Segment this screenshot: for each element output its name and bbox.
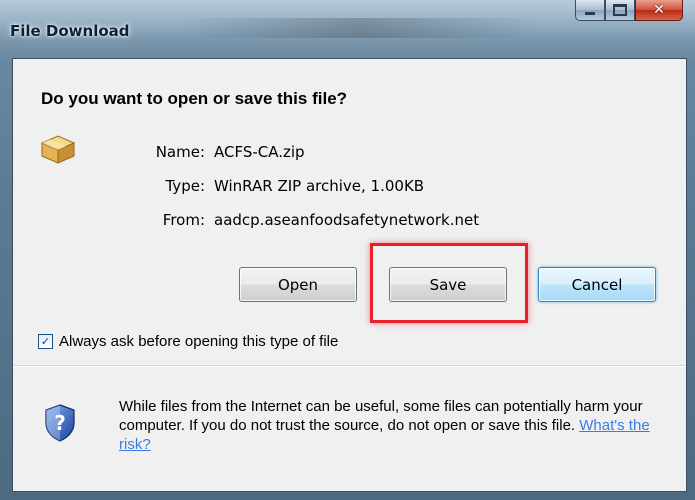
title-bar-background	[180, 18, 540, 38]
checkmark-icon: ✓	[40, 335, 51, 348]
window-controls: ✕	[575, 0, 683, 28]
window-title: File Download	[10, 22, 130, 40]
maximize-button[interactable]	[605, 0, 635, 21]
security-shield-icon: ?	[45, 404, 75, 442]
maximize-icon	[613, 4, 627, 16]
file-type-row: Type: WinRAR ZIP archive, 1.00KB	[113, 177, 424, 195]
file-source: aadcp.aseanfoodsafetynetwork.net	[214, 211, 480, 229]
always-ask-checkbox[interactable]: ✓	[38, 334, 53, 349]
security-warning: While files from the Internet can be use…	[119, 397, 664, 454]
always-ask-option[interactable]: ✓ Always ask before opening this type of…	[38, 333, 338, 350]
file-name: ACFS-CA.zip	[214, 143, 305, 161]
file-source-row: From: aadcp.aseanfoodsafetynetwork.net	[113, 211, 479, 229]
package-box-icon	[40, 135, 76, 164]
file-type: WinRAR ZIP archive, 1.00KB	[214, 177, 425, 195]
cancel-button[interactable]: Cancel	[538, 267, 656, 302]
type-label: Type:	[165, 177, 205, 195]
save-button[interactable]: Save	[389, 267, 507, 302]
dialog-heading: Do you want to open or save this file?	[41, 89, 348, 108]
always-ask-label[interactable]: Always ask before opening this type of f…	[59, 333, 338, 350]
name-label: Name:	[155, 143, 205, 161]
from-label: From:	[162, 211, 205, 229]
minimize-icon	[585, 11, 595, 15]
divider	[13, 365, 686, 367]
svg-text:?: ?	[54, 411, 66, 435]
close-button[interactable]: ✕	[635, 0, 683, 21]
file-name-row: Name: ACFS-CA.zip	[113, 143, 305, 161]
dialog-body: Do you want to open or save this file? N…	[12, 58, 687, 492]
file-download-window: File Download ✕ Do you want to open or s…	[0, 0, 695, 500]
close-icon: ✕	[653, 2, 665, 18]
warning-text: While files from the Internet can be use…	[119, 398, 643, 434]
open-button[interactable]: Open	[239, 267, 357, 302]
minimize-button[interactable]	[575, 0, 605, 21]
